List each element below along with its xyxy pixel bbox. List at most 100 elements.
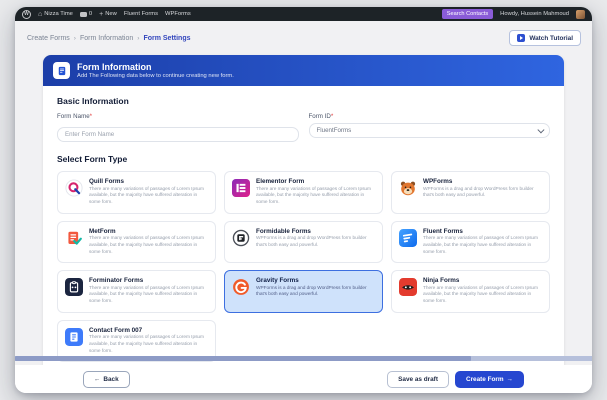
form-id-selected-value: FluentForms [316, 127, 352, 134]
avatar[interactable] [576, 9, 585, 19]
form-type-info: Gravity Forms WPForms is a drag and drop … [256, 277, 375, 299]
select-form-type-heading: Select Form Type [57, 154, 128, 164]
form-type-title: Fluent Forms [423, 227, 463, 235]
wp-admin-bar: W Nizza Time 0 New Fluent Forms WPForms … [15, 7, 592, 21]
form-type-title: Quill Forms [89, 178, 124, 185]
breadcrumb-create-forms[interactable]: Create Forms [27, 35, 70, 42]
form-type-description: WPForms is a drag and drop WordPress for… [256, 285, 367, 298]
form-type-info: Forminator Forms There are many variation… [89, 277, 208, 306]
admin-bar-greeting[interactable]: Howdy, Hussein Mahmoud [500, 11, 569, 17]
play-icon [517, 34, 526, 42]
form-type-card-wpforms[interactable]: WPForms WPForms is a drag and drop WordPr… [391, 171, 550, 214]
admin-bar-wpforms[interactable]: WPForms [165, 11, 191, 17]
form-id-field: Form ID* FluentForms [308, 113, 550, 142]
form-type-description: There are many variations of passages of… [256, 186, 371, 205]
form-type-info: Ninja Forms There are many variations of … [423, 277, 542, 306]
form-type-card-gravity-forms[interactable]: Gravity Forms WPForms is a drag and drop … [224, 270, 383, 313]
metform-icon [65, 229, 83, 247]
form-type-card-formidable-forms[interactable]: Formidable Forms WPForms is a drag and dr… [224, 220, 383, 264]
basic-information-heading: Basic Information [57, 96, 129, 106]
fluent-forms-icon [399, 228, 417, 247]
form-type-description: WPForms is a drag and drop WordPress for… [423, 186, 534, 199]
footer-action-bar: ← Back Save as draft Create Form → [15, 365, 592, 393]
chevron-down-icon [537, 126, 544, 133]
form-type-title: Forminator Forms [89, 277, 144, 285]
forminator-forms-icon [65, 278, 83, 297]
form-type-card-elementor-form[interactable]: Elementor Form There are many variations … [224, 171, 383, 214]
form-name-label: Form Name* [57, 113, 93, 120]
form-id-select[interactable]: FluentForms [308, 123, 550, 138]
form-information-panel: Form Information Add The Following data … [43, 55, 564, 376]
panel-title: Form Information [77, 61, 152, 72]
contact-form-007-icon [65, 327, 83, 346]
form-type-description: WPForms is a drag and drop WordPress for… [256, 236, 367, 248]
comment-bubble-icon [79, 11, 87, 17]
wordpress-logo-icon[interactable]: W [22, 9, 31, 19]
form-type-title: Formidable Forms [256, 227, 311, 235]
form-type-description: There are many variations of passages of… [423, 236, 538, 255]
form-type-card-quill-forms[interactable]: Quill Forms There are many variations of … [57, 171, 216, 214]
admin-bar-comments[interactable]: 0 [79, 11, 92, 17]
watch-tutorial-button[interactable]: Watch Tutorial [509, 30, 581, 46]
panel-subtitle: Add The Following data below to continue… [77, 73, 234, 80]
search-contacts-button[interactable]: Search Contacts [441, 9, 494, 19]
admin-bar-site-name[interactable]: Nizza Time [38, 11, 73, 18]
gravity-forms-icon [232, 278, 250, 296]
ninja-forms-icon [399, 278, 417, 297]
quill-forms-icon [65, 179, 83, 197]
form-type-info: Contact Form 007 There are many variation… [89, 327, 208, 356]
formidable-forms-icon [232, 229, 250, 247]
admin-bar-fluent-forms[interactable]: Fluent Forms [124, 11, 158, 17]
save-as-draft-button[interactable]: Save as draft [387, 370, 449, 388]
elementor-form-icon [232, 179, 250, 197]
wpforms-icon [399, 179, 417, 197]
form-type-title: Elementor Form [256, 178, 305, 185]
back-arrow-icon: ← [94, 375, 101, 383]
form-type-card-metform[interactable]: MetForm There are many variations of pass… [57, 220, 216, 264]
home-icon [38, 11, 42, 18]
admin-bar-new[interactable]: New [99, 11, 117, 18]
form-type-card-fluent-forms[interactable]: Fluent Forms There are many variations of… [391, 220, 550, 264]
form-type-info: Formidable Forms WPForms is a drag and dr… [256, 228, 375, 250]
form-type-title: Contact Form 007 [89, 326, 143, 334]
breadcrumb-separator: › [73, 34, 76, 42]
form-type-info: Fluent Forms There are many variations of… [423, 228, 542, 257]
horizontal-scrollbar[interactable] [15, 356, 592, 361]
breadcrumb-form-settings[interactable]: Form Settings [143, 35, 190, 42]
form-type-description: There are many variations of passages of… [89, 186, 204, 205]
form-document-icon [53, 62, 70, 79]
form-type-title: Gravity Forms [256, 277, 299, 285]
breadcrumb-separator: › [137, 34, 140, 42]
scrollbar-thumb[interactable] [15, 356, 471, 361]
form-type-title: WPForms [423, 178, 453, 185]
form-type-title: MetForm [89, 227, 116, 235]
form-name-input[interactable] [57, 127, 299, 142]
form-type-info: Quill Forms There are many variations of … [89, 178, 208, 207]
form-type-card-forminator-forms[interactable]: Forminator Forms There are many variation… [57, 270, 216, 313]
plus-icon [99, 11, 103, 18]
form-type-description: There are many variations of passages of… [423, 285, 538, 305]
back-button[interactable]: ← Back [83, 370, 130, 388]
form-type-info: Elementor Form There are many variations … [256, 178, 375, 207]
forward-arrow-icon: → [506, 375, 513, 383]
panel-body: Basic Information Form Name* Form ID* [43, 86, 564, 375]
admin-content-area: Create Forms › Form Information › Form S… [15, 21, 592, 393]
form-id-label: Form ID* [308, 113, 334, 120]
form-type-description: There are many variations of passages of… [89, 236, 204, 255]
breadcrumb: Create Forms › Form Information › Form S… [15, 21, 592, 53]
form-type-description: There are many variations of passages of… [89, 285, 204, 305]
breadcrumb-form-information[interactable]: Form Information [80, 35, 133, 42]
form-type-description: There are many variations of passages of… [89, 335, 204, 354]
required-mark: * [330, 113, 334, 120]
form-type-card-ninja-forms[interactable]: Ninja Forms There are many variations of … [391, 270, 550, 313]
panel-header: Form Information Add The Following data … [43, 55, 564, 86]
form-type-info: WPForms WPForms is a drag and drop WordPr… [423, 178, 542, 200]
app-window: W Nizza Time 0 New Fluent Forms WPForms … [15, 7, 592, 393]
form-type-title: Ninja Forms [423, 277, 460, 285]
footer-right-group: Save as draft Create Form → [387, 370, 524, 388]
form-name-field: Form Name* [57, 113, 299, 142]
create-form-button[interactable]: Create Form → [454, 370, 524, 388]
form-type-info: MetForm There are many variations of pass… [89, 228, 208, 257]
basic-info-fields: Form Name* Form ID* FluentForms [57, 113, 550, 142]
form-type-grid: Quill Forms There are many variations of … [57, 171, 550, 363]
